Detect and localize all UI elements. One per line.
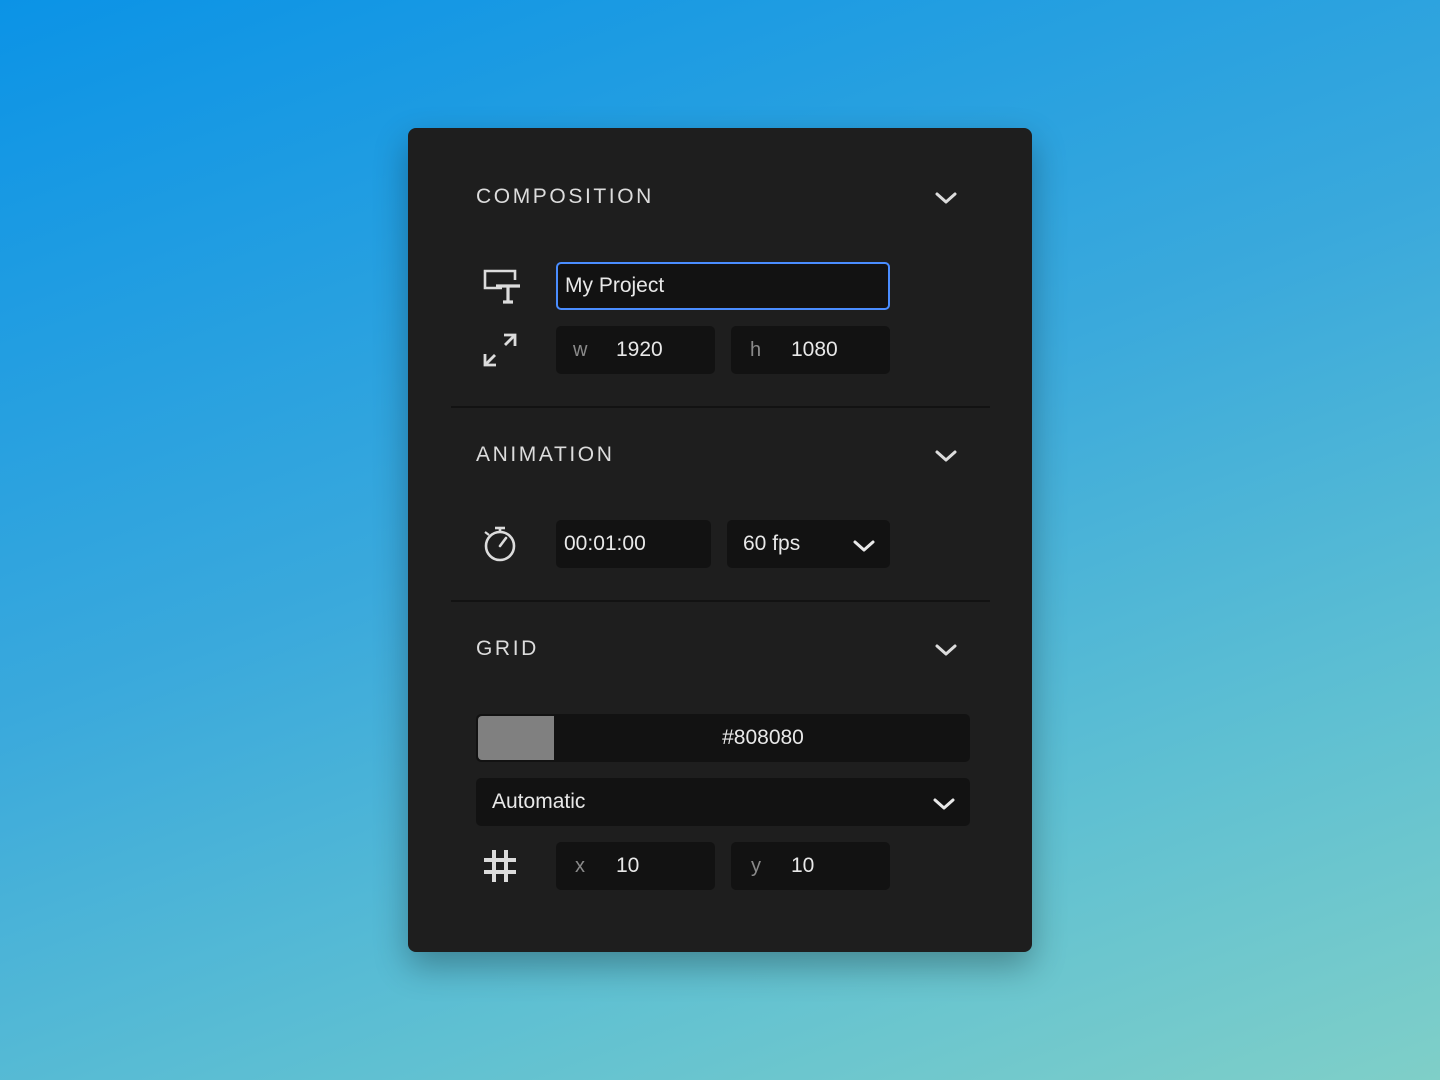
frame-rate-chevron-down-icon bbox=[852, 536, 876, 560]
frame-rate-select[interactable]: 60 fps bbox=[727, 520, 890, 568]
grid-mode-select[interactable]: Automatic bbox=[476, 778, 970, 826]
height-label: h bbox=[750, 339, 762, 361]
grid-y-label: y bbox=[751, 855, 761, 877]
artboard-text-icon bbox=[480, 266, 520, 306]
grid-mode-chevron-down-icon bbox=[932, 794, 956, 818]
grid-mode-value: Automatic bbox=[492, 790, 586, 813]
properties-panel: COMPOSITION My Project w 1920 h 1080 ANI… bbox=[408, 128, 1032, 952]
composition-section-title: COMPOSITION bbox=[476, 185, 654, 208]
animation-section-title: ANIMATION bbox=[476, 443, 615, 466]
height-field[interactable]: h 1080 bbox=[731, 326, 890, 374]
grid-y-value: 10 bbox=[791, 854, 815, 877]
section-divider bbox=[451, 406, 990, 408]
section-divider bbox=[451, 600, 990, 602]
grid-section-title: GRID bbox=[476, 637, 539, 660]
hash-grid-icon bbox=[480, 846, 520, 886]
grid-color-field[interactable]: #808080 bbox=[476, 714, 970, 762]
project-name-input[interactable]: My Project bbox=[556, 262, 890, 310]
duration-input[interactable]: 00:01:00 bbox=[556, 520, 711, 568]
duration-value: 00:01:00 bbox=[564, 532, 646, 555]
grid-x-label: x bbox=[575, 855, 585, 877]
animation-collapse-chevron-icon[interactable] bbox=[934, 448, 958, 464]
width-value: 1920 bbox=[616, 338, 663, 361]
project-name-value: My Project bbox=[565, 274, 665, 297]
width-field[interactable]: w 1920 bbox=[556, 326, 715, 374]
grid-x-value: 10 bbox=[616, 854, 640, 877]
grid-y-field[interactable]: y 10 bbox=[731, 842, 890, 890]
composition-collapse-chevron-icon[interactable] bbox=[934, 190, 958, 206]
grid-color-hex: #808080 bbox=[722, 726, 804, 749]
grid-x-field[interactable]: x 10 bbox=[556, 842, 715, 890]
grid-collapse-chevron-icon[interactable] bbox=[934, 642, 958, 658]
width-label: w bbox=[573, 339, 588, 361]
resize-arrows-icon bbox=[480, 330, 520, 370]
height-value: 1080 bbox=[791, 338, 838, 361]
stopwatch-icon bbox=[480, 524, 520, 564]
frame-rate-value: 60 fps bbox=[743, 532, 801, 555]
